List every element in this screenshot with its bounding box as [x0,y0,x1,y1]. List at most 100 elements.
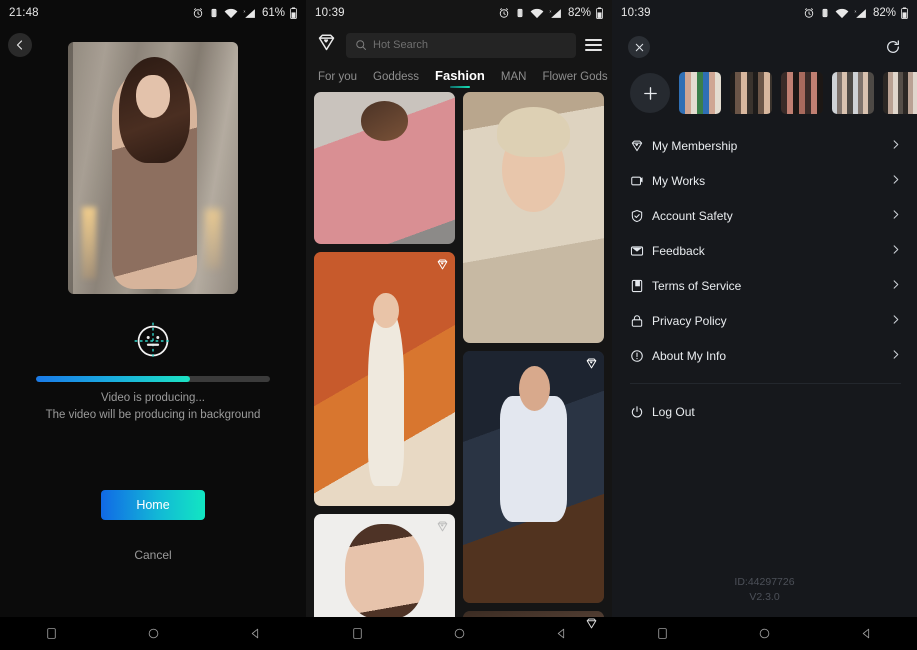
back-nav-button[interactable] [555,627,568,640]
favorite-icon[interactable] [436,258,449,276]
tab-flower-gods[interactable]: Flower Gods [542,71,607,88]
favorite-icon[interactable] [585,357,598,375]
chevron-right-icon [890,279,901,293]
tab-man[interactable]: MAN [501,71,527,88]
avatar[interactable] [679,72,721,114]
home-nav-button[interactable] [453,627,466,640]
circle-home-icon [453,627,466,640]
search-input[interactable]: Hot Search [346,33,576,58]
tab-for-you[interactable]: For you [318,71,357,88]
diamond-heart-icon[interactable] [316,32,337,58]
status-bar-left: 21:48 x 61% [0,0,306,26]
menu-divider [630,383,901,384]
menu-item-my-membership[interactable]: My Membership [612,128,917,163]
menu-item-label: Terms of Service [652,279,890,293]
account-footer: ID:44297726 V2.3.0 [612,575,917,605]
wifi-icon [835,8,849,19]
card-image [314,252,455,506]
menu-item-label: Privacy Policy [652,314,890,328]
vibrate-icon [820,7,830,19]
status-time: 21:48 [9,7,39,19]
tab-goddess[interactable]: Goddess [373,71,419,88]
status-line-1: Video is producing... [0,390,306,407]
preview-light-left [82,207,96,279]
triangle-back-icon [555,627,568,640]
menu-item-about-my-info[interactable]: About My Info [612,338,917,373]
avatar-list [612,60,917,114]
back-button[interactable] [8,33,32,57]
info-circle-icon [630,349,652,363]
wifi-icon [224,8,238,19]
alarm-icon [803,7,815,19]
back-nav-button[interactable] [249,627,262,640]
back-nav-button[interactable] [860,627,873,640]
circle-home-icon [758,627,771,640]
close-icon [634,42,645,53]
vibrate-icon [209,7,219,19]
avatar[interactable] [730,72,772,114]
home-nav-button[interactable] [758,627,771,640]
android-navbar-middle [306,617,612,650]
status-icons: x 61% [192,7,297,19]
card-image [314,92,455,244]
preview-light-right [205,209,221,269]
cancel-button[interactable]: Cancel [0,548,306,562]
wifi-icon [530,8,544,19]
menu-item-account-safety[interactable]: Account Safety [612,198,917,233]
triangle-back-icon [249,627,262,640]
feed-card-police[interactable] [463,351,604,603]
three-panel-screenshot: 21:48 x 61% [0,0,917,650]
battery-percent: 82% [873,7,896,19]
home-button[interactable]: Home [101,490,205,520]
alarm-icon [498,7,510,19]
vibrate-icon [515,7,525,19]
status-line-2: The video will be producing in backgroun… [0,407,306,424]
menu-item-privacy-policy[interactable]: Privacy Policy [612,303,917,338]
menu-item-feedback[interactable]: Feedback [612,233,917,268]
feed-top-bar: Hot Search [306,26,612,60]
signal-icon: x [854,8,867,19]
home-nav-button[interactable] [147,627,160,640]
tab-fashion[interactable]: Fashion [435,68,485,88]
avatar[interactable] [883,72,917,114]
menu-item-label: My Membership [652,139,890,153]
shield-check-icon [630,209,652,223]
menu-item-terms-of-service[interactable]: Terms of Service [612,268,917,303]
battery-icon [290,7,297,19]
feed-card-beret[interactable] [463,92,604,343]
menu-item-label: About My Info [652,349,890,363]
android-navbar-left [0,617,306,650]
app-version: V2.3.0 [612,590,917,605]
refresh-button[interactable] [885,39,901,55]
chevron-right-icon [890,349,901,363]
signal-icon: x [549,8,562,19]
account-id: ID:44297726 [612,575,917,590]
search-placeholder: Hot Search [373,39,428,51]
feed-card-pink-dress[interactable] [314,92,455,244]
favorite-icon[interactable] [585,617,598,635]
chevron-right-icon [890,244,901,258]
chevron-right-icon [890,209,901,223]
power-icon [630,405,652,419]
recents-button[interactable] [351,627,364,640]
card-image [463,351,604,603]
feed-column-right [463,92,604,644]
panel-video-producing: 21:48 x 61% [0,0,306,650]
menu-item-label: Account Safety [652,209,890,223]
status-icons: x 82% [498,7,603,19]
add-avatar-button[interactable] [630,73,670,113]
hamburger-icon[interactable] [585,39,602,51]
favorite-icon[interactable] [436,520,449,538]
document-icon [630,279,652,293]
status-bar-right: 10:39 x 82% [612,0,917,26]
menu-item-log-out[interactable]: Log Out [612,394,917,429]
recents-button[interactable] [656,627,669,640]
avatar[interactable] [781,72,823,114]
close-button[interactable] [628,36,650,58]
status-bar-middle: 10:39 x 82% [306,0,612,26]
feed-card-qipao[interactable] [314,252,455,506]
recents-button[interactable] [45,627,58,640]
menu-item-my-works[interactable]: My Works [612,163,917,198]
svg-text:x: x [855,9,857,13]
avatar[interactable] [832,72,874,114]
